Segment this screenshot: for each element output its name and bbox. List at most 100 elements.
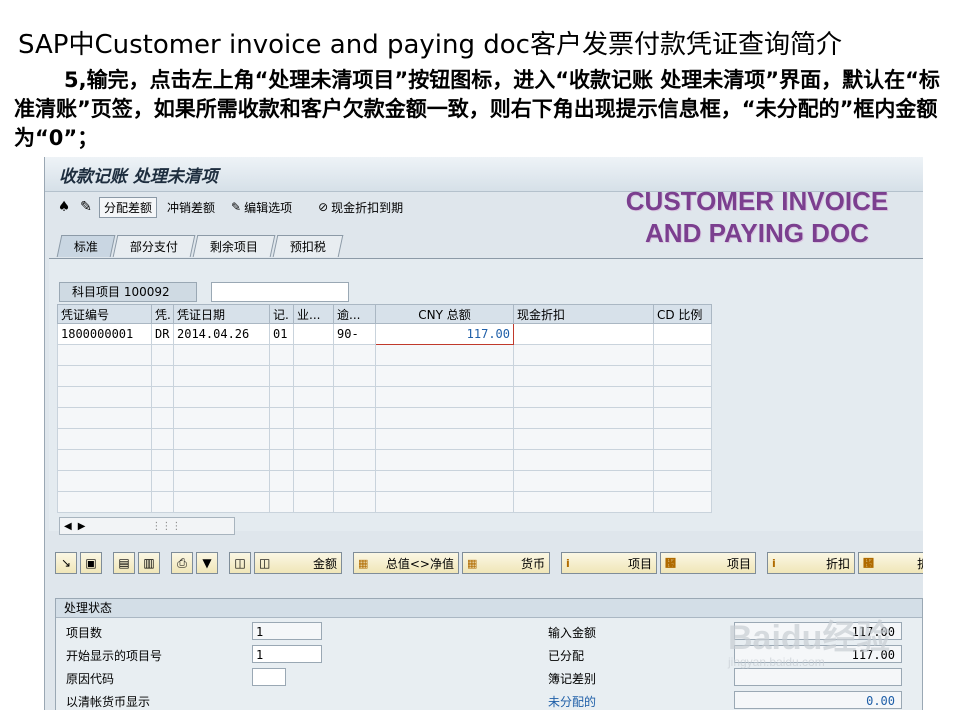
cell-overdue[interactable]: 90-: [333, 323, 376, 345]
tab-panel: 科目项目 100092 凭证编号 凭. 凭证日期 记. 业... 逾... CN…: [49, 258, 923, 535]
horizontal-scrollbar[interactable]: ◀ ▶ ⋮⋮⋮: [59, 517, 235, 535]
account-item-label: 科目项目 100092: [59, 282, 197, 302]
amount-button[interactable]: ◫ 金额: [254, 552, 342, 574]
cell-doc-type[interactable]: DR: [151, 323, 174, 345]
currency-label: 货币: [520, 556, 545, 571]
item-count-field: 1: [252, 622, 322, 640]
cash-discount-due-label: 现金折扣到期: [331, 200, 404, 215]
edit-options-label: 编辑选项: [244, 200, 293, 215]
table-row[interactable]: [57, 344, 923, 366]
assigned-label: 已分配: [548, 649, 585, 663]
tab-residual-items[interactable]: 剩余项目: [192, 235, 276, 257]
deselect-item-button[interactable]: ▣: [80, 552, 102, 574]
gross-net-button[interactable]: ▦ 总值<>净值: [353, 552, 459, 574]
table-row[interactable]: [57, 449, 923, 471]
deselect-icon: ▣: [85, 556, 97, 570]
user-icon[interactable]: ♠: [55, 198, 73, 216]
col-cash-discount[interactable]: 现金折扣: [513, 304, 654, 324]
item-count-label: 项目数: [66, 626, 103, 640]
scroll-right-icon[interactable]: ▶: [78, 521, 86, 532]
gross-net-label: 总值<>净值: [385, 556, 454, 571]
gross-net-icon: ▦: [358, 556, 369, 570]
discount-activate-icon: i: [772, 556, 776, 570]
amount-label: 金额: [312, 556, 337, 571]
item-deactivate-button[interactable]: ἗ 项目: [660, 552, 756, 574]
discount-deactivate-label: 折扣: [917, 555, 923, 572]
cell-doc-date[interactable]: 2014.04.26: [173, 323, 270, 345]
charge-off-diff-button[interactable]: 冲销差额: [161, 199, 221, 216]
deselect-all-button[interactable]: ▥: [138, 552, 160, 574]
cell-cny-total[interactable]: 117.00: [375, 323, 514, 345]
discount-deactivate-button[interactable]: ἗ 折扣: [858, 552, 923, 574]
cash-discount-due-button[interactable]: ⊘ 现金折扣到期: [312, 199, 409, 216]
tab-strip: 标准 部分支付 剩余项目 预扣税: [56, 235, 344, 257]
select-all-button[interactable]: ▤: [113, 552, 135, 574]
table-row[interactable]: [57, 428, 923, 450]
cell-cash-discount[interactable]: [513, 323, 654, 345]
tab-standard[interactable]: 标准: [56, 235, 116, 257]
table-row[interactable]: [57, 365, 923, 387]
filter-icon: ▼: [202, 556, 212, 570]
cell-cd-ratio[interactable]: [653, 323, 712, 345]
edit-options-button[interactable]: ✎ 编辑选项: [225, 199, 298, 216]
col-overdue[interactable]: 逾...: [333, 304, 376, 324]
print-button[interactable]: ⎙: [171, 552, 193, 574]
reason-code-input[interactable]: [252, 668, 286, 686]
col-doc-type[interactable]: 凭.: [151, 304, 174, 324]
col-doc-number[interactable]: 凭证编号: [57, 304, 152, 324]
first-item-input[interactable]: 1: [252, 645, 322, 663]
edit-icon[interactable]: ✎: [77, 198, 95, 216]
col-cny-total[interactable]: CNY 总额: [375, 304, 514, 324]
select-all-icon: ▤: [118, 556, 130, 570]
table-row[interactable]: [57, 386, 923, 408]
slash-circle-icon: ⊘: [318, 200, 329, 214]
item-activate-icon: i: [566, 556, 570, 570]
baidu-logo: Baidu经验: [728, 619, 891, 657]
baidu-watermark: Baidu经验 jingyan.baidu.com: [728, 610, 928, 710]
binoculars-next-icon: ◫: [259, 556, 271, 570]
table-row[interactable]: [57, 491, 923, 513]
discount-activate-label: 折扣: [825, 556, 850, 571]
find-button[interactable]: ◫: [229, 552, 251, 574]
filter-button[interactable]: ▼: [196, 552, 218, 574]
account-item-input[interactable]: [211, 282, 349, 302]
posting-diff-label: 簿记差别: [548, 672, 597, 686]
item-activate-label: 项目: [627, 556, 652, 571]
open-items-table: 凭证编号 凭. 凭证日期 记. 业... 逾... CNY 总额 现金折扣 CD…: [57, 304, 923, 513]
table-header-row: 凭证编号 凭. 凭证日期 记. 业... 逾... CNY 总额 现金折扣 CD…: [57, 304, 923, 324]
scroll-grip-icon[interactable]: ⋮⋮⋮: [151, 521, 181, 532]
discount-activate-button[interactable]: i 折扣: [767, 552, 855, 574]
slide-body: 5,输完，点击左上角“处理未清项目”按钮图标，进入“收款记账 处理未清项”界面，…: [14, 66, 944, 153]
deselect-all-icon: ▥: [143, 556, 155, 570]
table-row[interactable]: [57, 470, 923, 492]
watermark-line-1: CUSTOMER INVOICE: [625, 186, 889, 216]
currency-icon: ▦: [467, 556, 478, 570]
table-row[interactable]: [57, 407, 923, 429]
col-doc-date[interactable]: 凭证日期: [173, 304, 270, 324]
first-item-label: 开始显示的项目号: [66, 649, 163, 663]
scroll-left-icon[interactable]: ◀: [64, 521, 72, 532]
cell-posting-key[interactable]: 01: [269, 323, 294, 345]
printer-icon: ⎙: [177, 555, 187, 570]
clearing-currency-label: 以清帐货币显示: [66, 695, 151, 709]
item-activate-button[interactable]: i 项目: [561, 552, 657, 574]
cell-business-area[interactable]: [293, 323, 334, 345]
unassigned-label: 未分配的: [548, 695, 597, 709]
col-posting-key[interactable]: 记.: [269, 304, 294, 324]
table-row[interactable]: 1800000001 DR 2014.04.26 01 90- 117.00: [57, 323, 923, 345]
tab-withholding-tax[interactable]: 预扣税: [272, 235, 344, 257]
discount-deactivate-icon: ἗: [863, 556, 874, 570]
command-button-bar: ↘ ▣ ▤ ▥ ⎙ ▼ ◫ ◫ 金额 ▦ 总值<>净值 ▦ 货币 i 项目 ἗ 项目 i 折…: [55, 552, 923, 574]
select-item-button[interactable]: ↘: [55, 552, 77, 574]
watermark-text: CUSTOMER INVOICE AND PAYING DOC: [597, 185, 917, 249]
cell-doc-number[interactable]: 1800000001: [57, 323, 152, 345]
reason-code-label: 原因代码: [66, 672, 115, 686]
col-cd-ratio[interactable]: CD 比例: [653, 304, 712, 324]
item-deactivate-icon: ἗: [665, 556, 676, 570]
currency-button[interactable]: ▦ 货币: [462, 552, 550, 574]
col-business-area[interactable]: 业...: [293, 304, 334, 324]
tab-partial-payment[interactable]: 部分支付: [112, 235, 196, 257]
item-deactivate-label: 项目: [726, 556, 751, 571]
slide-body-text: 5,输完，点击左上角“处理未清项目”按钮图标，进入“收款记账 处理未清项”界面，…: [14, 68, 940, 150]
distribute-diff-button[interactable]: 分配差额: [99, 196, 158, 218]
